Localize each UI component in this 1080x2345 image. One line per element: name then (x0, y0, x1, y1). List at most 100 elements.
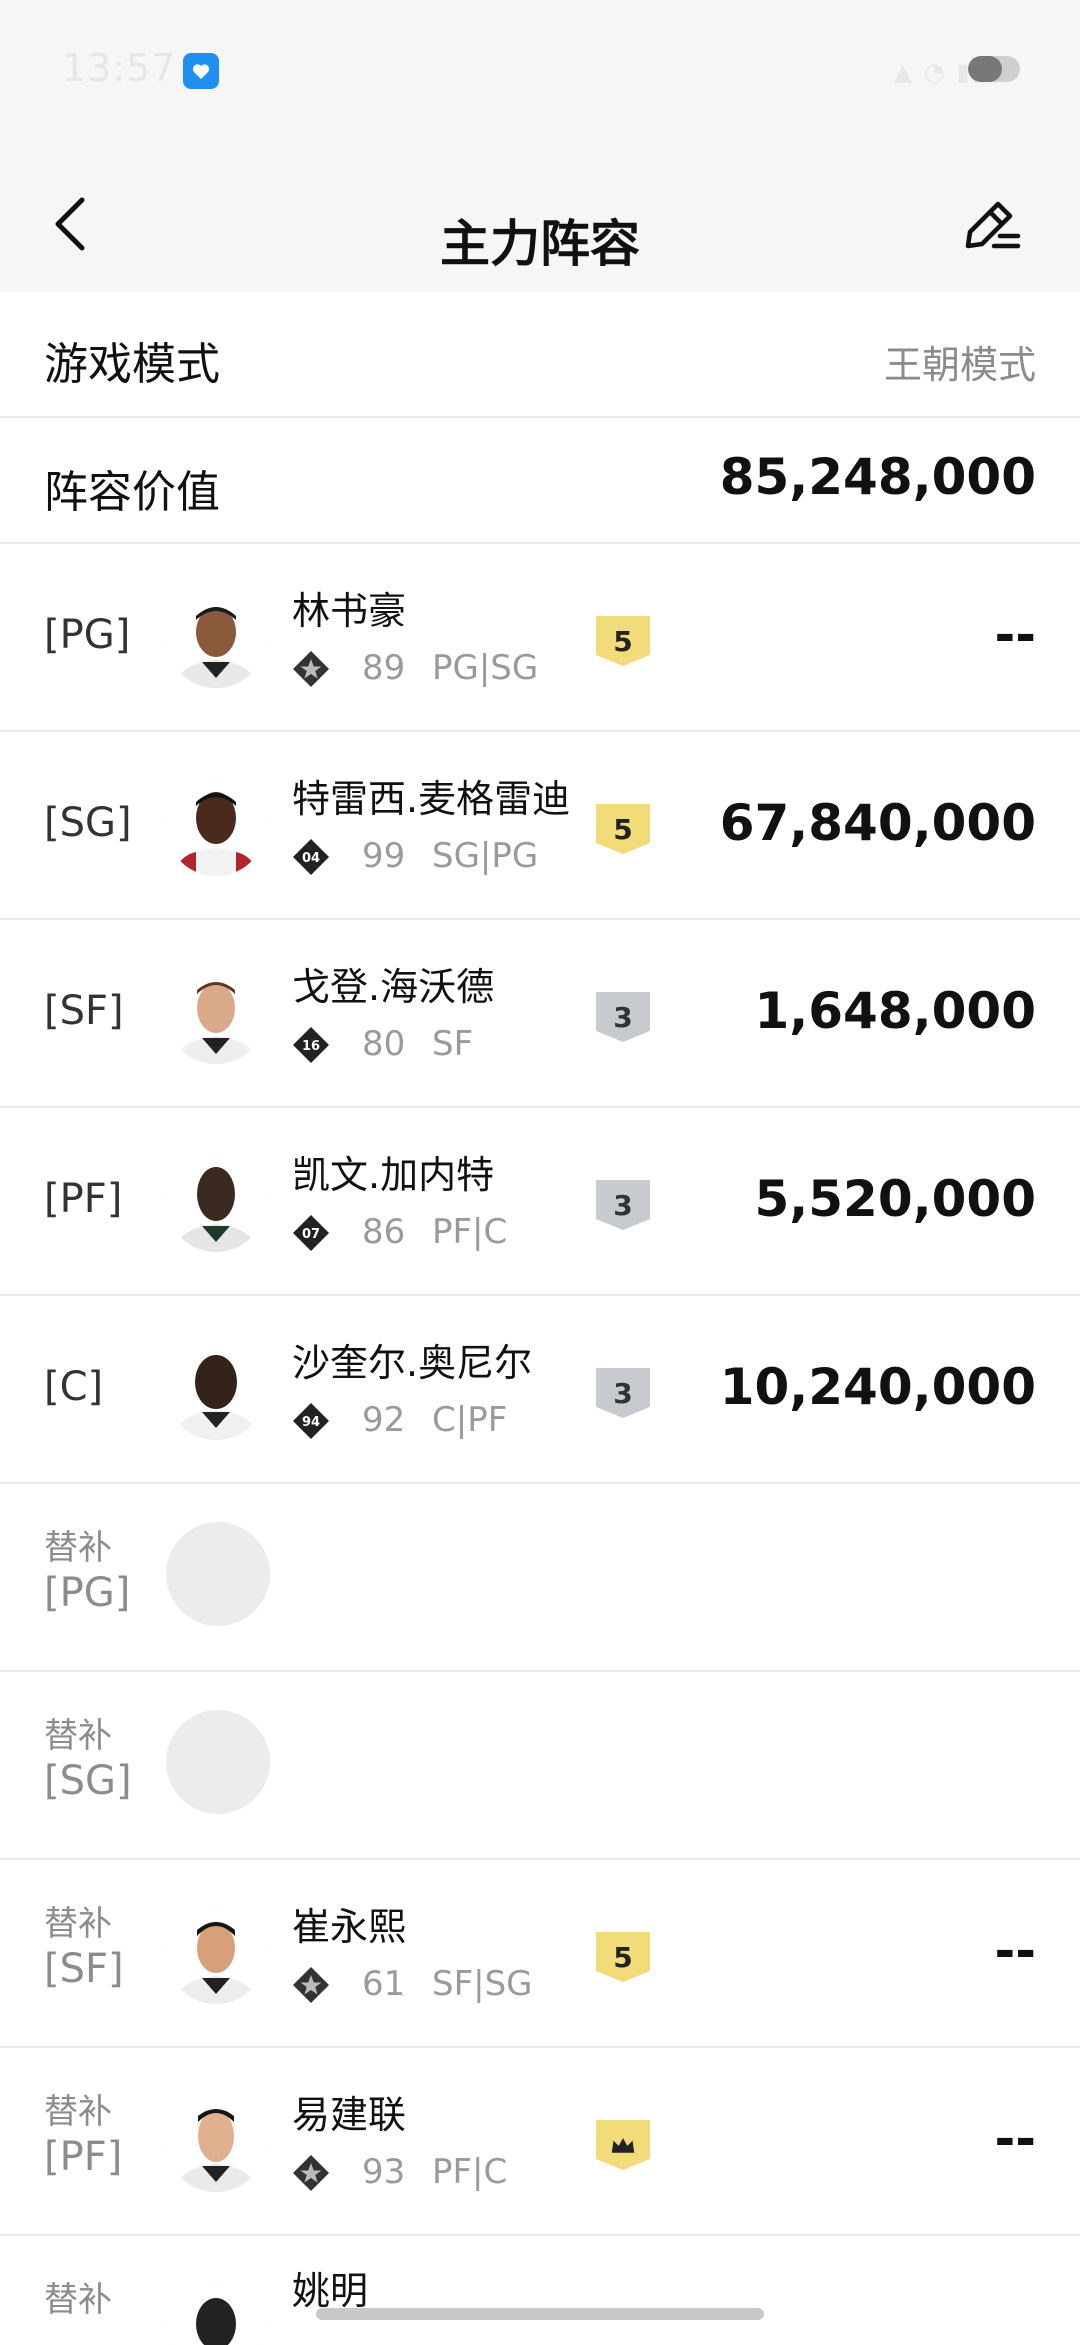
bench-position-label: 替补 [SF] (44, 1904, 124, 1993)
status-bar: 13:57 ▲ ◔ ▮▮▮ (0, 0, 1080, 140)
star-badge-icon (293, 1967, 329, 2003)
edit-pencil-icon[interactable] (960, 192, 1024, 256)
player-name: 特雷西.麦格雷迪 (292, 777, 571, 821)
position-label: [PG] (44, 612, 131, 658)
player-positions: SF (432, 1024, 474, 1064)
number-badge-icon: 07 (293, 1215, 329, 1251)
player-avatar (166, 2092, 266, 2192)
player-price: 1,648,000 (754, 982, 1036, 1040)
player-avatar (166, 1340, 266, 1440)
star-badge-icon (293, 2155, 329, 2191)
player-avatar (166, 776, 266, 876)
player-avatar (166, 588, 266, 688)
player-price: -- (994, 606, 1036, 664)
player-name: 凯文.加内特 (292, 1153, 495, 1197)
lineup-value-amount: 85,248,000 (719, 448, 1036, 506)
position-label: [PF] (44, 1176, 123, 1222)
bench-row-partial[interactable]: 替补 姚明 (0, 2236, 1080, 2345)
tier-badge: 5 (596, 1932, 650, 1982)
status-time: 13:57 (62, 46, 177, 90)
player-rating: 61 (362, 1964, 406, 2004)
player-rating: 80 (362, 1024, 406, 1064)
player-rating: 99 (362, 836, 406, 876)
player-name: 姚明 (292, 2269, 369, 2313)
bench-label: 替补 (44, 1716, 112, 1756)
player-avatar (166, 2280, 266, 2345)
player-positions: PF|C (432, 2152, 508, 2192)
svg-text:07: 07 (302, 1227, 320, 1242)
tier-badge: 5 (596, 616, 650, 666)
player-price: -- (994, 1922, 1036, 1980)
game-mode-row[interactable]: 游戏模式 王朝模式 (0, 292, 1080, 418)
star-badge-icon (293, 651, 329, 687)
lineup-value-row: 阵容价值 85,248,000 (0, 418, 1080, 544)
player-name: 林书豪 (292, 589, 407, 633)
player-price: 67,840,000 (719, 794, 1036, 852)
bench-label: 替补 (44, 2280, 112, 2320)
player-positions: C|PF (432, 1400, 508, 1440)
player-row-sg[interactable]: [SG] 特雷西.麦格雷迪 04 99 SG|PG 5 67,840,000 (0, 732, 1080, 920)
player-avatar (166, 1152, 266, 1252)
player-positions: SF|SG (432, 1964, 533, 2004)
player-row-pf[interactable]: [PF] 凯文.加内特 07 86 PF|C 3 5,520,000 (0, 1108, 1080, 1296)
bench-position-label: 替补 [SG] (44, 1716, 132, 1805)
player-rating: 93 (362, 2152, 406, 2192)
svg-text:04: 04 (302, 851, 320, 866)
tier-badge: 3 (596, 1368, 650, 1418)
bench-row-sf[interactable]: 替补 [SF] 崔永熙 61 SF|SG 5 -- (0, 1860, 1080, 2048)
lineup-value-label: 阵容价值 (44, 467, 220, 518)
player-avatar (166, 1904, 266, 2004)
number-badge-icon: 04 (293, 839, 329, 875)
empty-avatar-slot[interactable] (166, 1710, 270, 1814)
bench-row-pf[interactable]: 替补 [PF] 易建联 93 PF|C -- (0, 2048, 1080, 2236)
bench-position-label: 替补 [PF] (44, 2092, 122, 2181)
bench-position: [PF] (44, 2133, 123, 2180)
player-name: 易建联 (292, 2093, 407, 2137)
player-positions: SG|PG (432, 836, 539, 876)
player-rating: 89 (362, 648, 406, 688)
empty-avatar-slot[interactable] (166, 1522, 270, 1626)
player-avatar (166, 964, 266, 1064)
player-name: 戈登.海沃德 (292, 965, 495, 1009)
home-indicator[interactable] (316, 2308, 764, 2320)
game-mode-label: 游戏模式 (44, 339, 220, 390)
player-positions: PF|C (432, 1212, 508, 1252)
tier-badge: 3 (596, 1180, 650, 1230)
player-rating: 86 (362, 1212, 406, 1252)
number-badge-icon: 16 (293, 1027, 329, 1063)
bench-label: 替补 (44, 1904, 112, 1944)
player-row-sf[interactable]: [SF] 戈登.海沃德 16 80 SF 3 1,648,000 (0, 920, 1080, 1108)
player-name: 崔永熙 (292, 1905, 407, 1949)
bench-label: 替补 (44, 1528, 112, 1568)
tier-badge: 3 (596, 992, 650, 1042)
svg-text:16: 16 (302, 1039, 320, 1054)
player-rating: 92 (362, 1400, 406, 1440)
position-label: [SF] (44, 988, 124, 1034)
player-row-pg[interactable]: [PG] 林书豪 89 PG|SG 5 -- (0, 544, 1080, 732)
player-price: 10,240,000 (719, 1358, 1036, 1416)
player-price: 5,520,000 (754, 1170, 1036, 1228)
bench-position: [SF] (44, 1945, 124, 1992)
battery-icon (968, 56, 1020, 82)
position-label: [SG] (44, 800, 132, 846)
bench-row-sg[interactable]: 替补 [SG] (0, 1672, 1080, 1860)
position-label: [C] (44, 1364, 104, 1410)
bench-position: [SG] (44, 1757, 132, 1804)
bench-position-label: 替补 (44, 2280, 112, 2321)
bench-label: 替补 (44, 2092, 112, 2132)
tier-badge: 5 (596, 804, 650, 854)
top-bar: 主力阵容 (0, 140, 1080, 292)
bench-row-pg[interactable]: 替补 [PG] (0, 1484, 1080, 1672)
player-row-c[interactable]: [C] 沙奎尔.奥尼尔 94 92 C|PF 3 10,240,000 (0, 1296, 1080, 1484)
player-positions: PG|SG (432, 648, 539, 688)
svg-text:94: 94 (302, 1415, 320, 1430)
crown-tier-icon (596, 2120, 650, 2170)
bench-position-label: 替补 [PG] (44, 1528, 130, 1617)
bench-position: [PG] (44, 1569, 131, 1616)
number-badge-icon: 94 (293, 1403, 329, 1439)
game-mode-value: 王朝模式 (883, 343, 1036, 387)
player-name: 沙奎尔.奥尼尔 (292, 1341, 533, 1385)
player-price: -- (994, 2110, 1036, 2168)
page-title: 主力阵容 (440, 215, 640, 273)
app-notification-icon (183, 53, 219, 89)
